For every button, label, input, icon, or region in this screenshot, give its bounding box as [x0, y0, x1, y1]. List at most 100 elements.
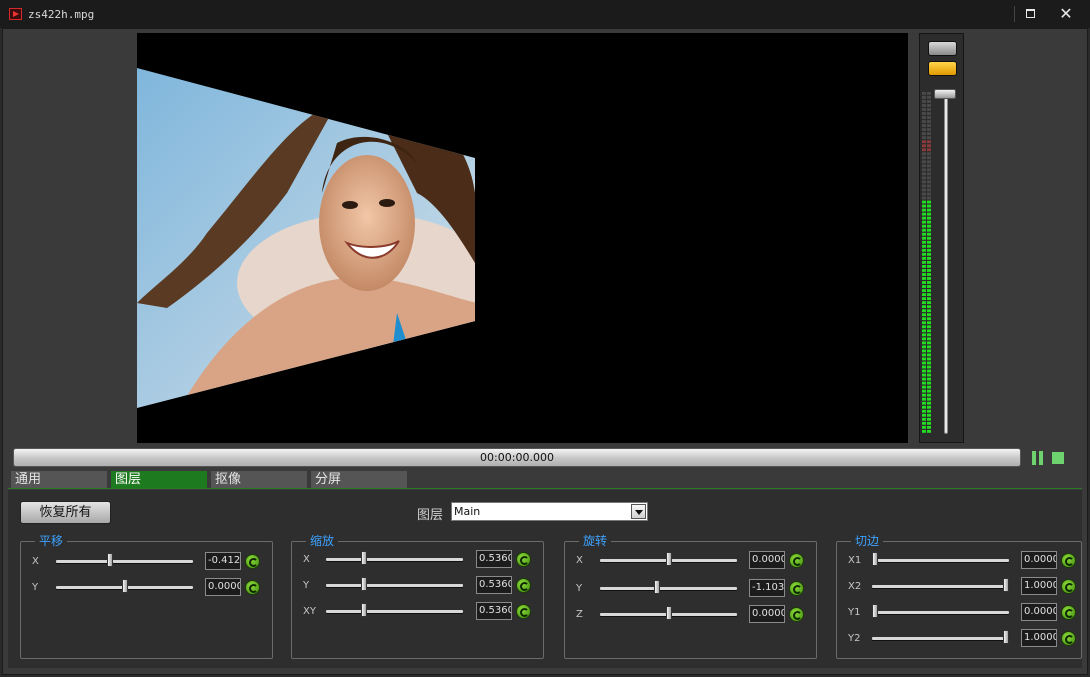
vu-meter-right — [927, 92, 931, 433]
scale-slider-thumb[interactable] — [361, 551, 367, 565]
scale-value-field[interactable]: 0.5360 — [476, 576, 512, 594]
maximize-icon — [1025, 9, 1035, 18]
timecode: 00:00:00.000 — [480, 451, 554, 464]
scale-axis-label: X — [303, 554, 310, 565]
scale-slider-thumb[interactable] — [361, 603, 367, 617]
volume-slider-thumb[interactable] — [934, 89, 956, 99]
title-bar: zs422h.mpg ✕ — [0, 0, 1090, 28]
layer-select-value: Main — [454, 505, 481, 518]
reset-icon[interactable] — [1061, 553, 1076, 568]
pause-icon[interactable] — [1032, 451, 1044, 465]
crop-group: 切边 X1 0.0000 X2 1.0000 Y1 0.0000 Y2 1.0000 — [836, 534, 1082, 659]
tab-general[interactable]: 通用 — [11, 471, 107, 489]
close-button[interactable]: ✕ — [1054, 4, 1078, 24]
maximize-button[interactable] — [1018, 4, 1042, 24]
stop-icon[interactable] — [1052, 452, 1064, 464]
scale-slider-track[interactable] — [326, 610, 463, 613]
translate-slider-thumb[interactable] — [122, 579, 128, 593]
tab-layer[interactable]: 图层 — [111, 471, 207, 489]
scale-value-field[interactable]: 0.5360 — [476, 602, 512, 620]
translate-slider-track[interactable] — [56, 560, 193, 563]
scale-axis-label: Y — [303, 580, 310, 591]
volume-slider-track[interactable] — [944, 96, 948, 434]
restore-all-button[interactable]: 恢复所有 — [20, 501, 111, 524]
crop-value-field[interactable]: 1.0000 — [1021, 577, 1057, 595]
reset-icon[interactable] — [516, 578, 531, 593]
rotate-group: 旋转 X 0.0000 Y -1.103 Z 0.0000 — [564, 534, 817, 659]
scale-value-field[interactable]: 0.5360 — [476, 550, 512, 568]
reset-icon[interactable] — [245, 554, 260, 569]
layer-select[interactable]: Main — [451, 502, 648, 521]
rotate-slider-track[interactable] — [600, 587, 737, 590]
rotate-slider-thumb[interactable] — [666, 606, 672, 620]
translate-group-title: 平移 — [35, 534, 68, 548]
rotate-group-title: 旋转 — [579, 534, 612, 548]
layer-label: 图层 — [417, 508, 444, 523]
translate-row: Y 0.0000 — [21, 578, 272, 600]
reset-icon[interactable] — [789, 581, 804, 596]
scale-slider-thumb[interactable] — [361, 577, 367, 591]
rotate-axis-label: X — [576, 555, 583, 566]
timeline-bar[interactable]: 00:00:00.000 — [13, 448, 1021, 467]
translate-group: 平移 X -0.412 Y 0.0000 — [20, 534, 273, 659]
translate-value-field[interactable]: -0.412 — [205, 552, 241, 570]
reset-icon[interactable] — [789, 607, 804, 622]
crop-group-title: 切边 — [851, 534, 884, 548]
rotate-value-field[interactable]: 0.0000 — [749, 605, 785, 623]
reset-icon[interactable] — [1061, 605, 1076, 620]
vu-meter-left — [922, 92, 926, 433]
crop-axis-label: Y1 — [848, 607, 861, 618]
crop-slider-track[interactable] — [872, 559, 1009, 562]
tab-split-screen[interactable]: 分屏 — [311, 471, 407, 489]
tab-keying[interactable]: 抠像 — [211, 471, 307, 489]
chevron-down-icon[interactable] — [631, 504, 646, 519]
reset-icon[interactable] — [1061, 631, 1076, 646]
crop-slider-thumb[interactable] — [1003, 578, 1009, 592]
window-title: zs422h.mpg — [28, 8, 95, 21]
scale-row: XY 0.5360 — [292, 602, 543, 624]
rotate-slider-thumb[interactable] — [666, 552, 672, 566]
close-icon: ✕ — [1059, 4, 1073, 23]
mute-button[interactable] — [928, 41, 957, 56]
title-separator — [1014, 6, 1015, 22]
transformed-video-layer — [137, 68, 475, 408]
scale-row: X 0.5360 — [292, 550, 543, 572]
scale-slider-track[interactable] — [326, 584, 463, 587]
crop-slider-track[interactable] — [872, 585, 1009, 588]
video-preview — [137, 33, 908, 443]
crop-axis-label: X1 — [848, 555, 862, 566]
crop-axis-label: X2 — [848, 581, 862, 592]
crop-row: Y1 0.0000 — [837, 603, 1081, 625]
crop-slider-thumb[interactable] — [1003, 630, 1009, 644]
scale-slider-track[interactable] — [326, 558, 463, 561]
rotate-slider-thumb[interactable] — [654, 580, 660, 594]
crop-value-field[interactable]: 0.0000 — [1021, 551, 1057, 569]
crop-value-field[interactable]: 1.0000 — [1021, 629, 1057, 647]
rotate-row: Z 0.0000 — [565, 605, 816, 627]
crop-slider-thumb[interactable] — [872, 604, 878, 618]
translate-axis-label: X — [32, 556, 39, 567]
reset-icon[interactable] — [245, 580, 260, 595]
crop-slider-track[interactable] — [872, 637, 1009, 640]
solo-button[interactable] — [928, 61, 957, 76]
reset-icon[interactable] — [516, 552, 531, 567]
crop-slider-thumb[interactable] — [872, 552, 878, 566]
rotate-value-field[interactable]: 0.0000 — [749, 551, 785, 569]
rotate-axis-label: Y — [576, 583, 583, 594]
rotate-row: X 0.0000 — [565, 551, 816, 573]
scale-row: Y 0.5360 — [292, 576, 543, 598]
reset-icon[interactable] — [789, 553, 804, 568]
crop-slider-track[interactable] — [872, 611, 1009, 614]
video-frame-svg — [137, 68, 475, 408]
reset-icon[interactable] — [1061, 579, 1076, 594]
rotate-value-field[interactable]: -1.103 — [749, 579, 785, 597]
translate-slider-thumb[interactable] — [107, 553, 113, 567]
app-icon — [9, 8, 22, 20]
reset-icon[interactable] — [516, 604, 531, 619]
crop-axis-label: Y2 — [848, 633, 861, 644]
translate-value-field[interactable]: 0.0000 — [205, 578, 241, 596]
rotate-row: Y -1.103 — [565, 579, 816, 601]
crop-value-field[interactable]: 0.0000 — [1021, 603, 1057, 621]
audio-meter-panel — [919, 33, 964, 443]
crop-row: Y2 1.0000 — [837, 629, 1081, 651]
